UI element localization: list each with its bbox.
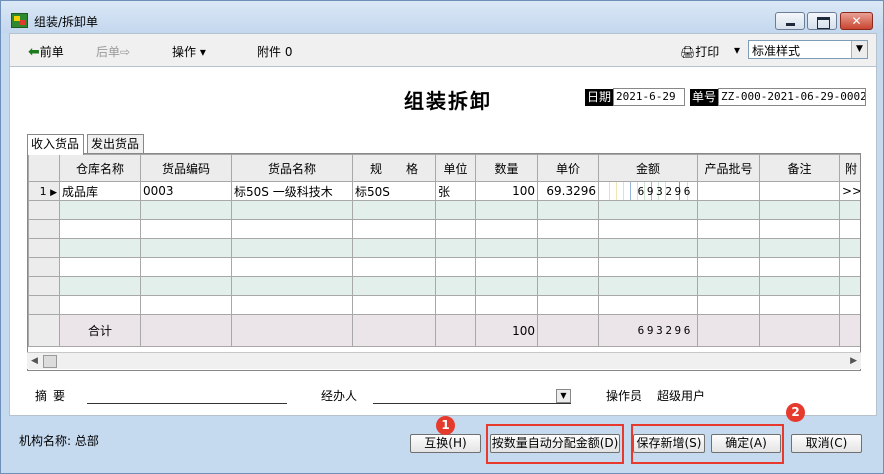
minimize-button[interactable]	[775, 12, 805, 30]
summary-amount: 693296	[598, 314, 698, 347]
print-style-select[interactable]: 标准样式 ▼	[748, 40, 868, 59]
chevron-down-icon: ▼	[851, 41, 867, 58]
cell-qty[interactable]: 100	[475, 181, 538, 201]
doc-title: 组装拆卸	[404, 89, 492, 113]
highlight-box-2	[631, 424, 784, 464]
grid-header: 仓库名称 货品编码 货品名称 规 格 单位 数量 单价 金额 产品批号 备注 附	[28, 154, 860, 182]
summary-row: 合计 100 693296	[28, 314, 860, 347]
cell-warehouse[interactable]: 成品库	[59, 181, 141, 201]
window: 组装/拆卸单 ⬅前单 后单⇨ 操作 ▾ 附件 0 🖨打印 ▾ 标准样式 ▼ 组装…	[0, 0, 884, 474]
col-unit[interactable]: 单位	[435, 154, 476, 182]
operations-menu[interactable]: 操作 ▾	[172, 43, 206, 60]
cell-price[interactable]: 69.3296	[537, 181, 599, 201]
cell-name[interactable]: 标50S 一级科技木	[231, 181, 353, 201]
printer-icon: 🖨	[680, 45, 696, 59]
prev-doc-button[interactable]: ⬅前单	[28, 43, 64, 60]
cell-spec[interactable]: 标50S	[352, 181, 436, 201]
table-row[interactable]	[28, 200, 860, 220]
summary-label: 合计	[59, 314, 141, 347]
toolbar: ⬅前单 后单⇨ 操作 ▾ 附件 0 🖨打印 ▾ 标准样式 ▼	[9, 33, 877, 66]
table-row[interactable]	[28, 276, 860, 296]
maximize-button[interactable]	[807, 12, 837, 30]
document-panel: 组装拆卸 日期 2021-6-29 单号 ZZ-000-2021-06-29-0…	[9, 66, 877, 416]
table-row[interactable]	[28, 219, 860, 239]
print-dropdown[interactable]: ▾	[734, 43, 740, 57]
date-field[interactable]: 2021-6-29	[613, 88, 685, 106]
handler-label: 经办人	[321, 389, 358, 403]
cancel-button[interactable]: 取消(C)	[791, 434, 862, 453]
cell-batch[interactable]	[697, 181, 760, 201]
print-button[interactable]: 🖨打印	[680, 43, 719, 60]
swap-button[interactable]: 互换(H)	[410, 434, 481, 453]
highlight-box-1	[486, 424, 624, 464]
summary-amount-value: 693296	[637, 324, 693, 337]
col-warehouse[interactable]: 仓库名称	[59, 154, 141, 182]
scroll-right-icon[interactable]: ▶	[850, 356, 857, 366]
cell-code[interactable]: 0003	[140, 181, 232, 201]
arrow-right-icon: ⇨	[120, 45, 131, 59]
goods-grid: 仓库名称 货品编码 货品名称 规 格 单位 数量 单价 金额 产品批号 备注 附	[27, 153, 861, 371]
handler-input[interactable]	[373, 403, 571, 404]
date-label: 日期	[585, 89, 614, 106]
cell-unit[interactable]: 张	[435, 181, 476, 201]
app-icon	[11, 13, 28, 28]
tab-outgoing-goods[interactable]: 发出货品	[87, 134, 144, 154]
summary-qty: 100	[475, 314, 538, 347]
col-qty[interactable]: 数量	[475, 154, 538, 182]
col-amount[interactable]: 金额	[598, 154, 698, 182]
col-code[interactable]: 货品编码	[140, 154, 232, 182]
title-bar: 组装/拆卸单	[1, 1, 883, 33]
row-number: 1 ▶	[28, 181, 60, 201]
doc-number-field[interactable]: ZZ-000-2021-06-29-0002	[718, 88, 866, 106]
col-name[interactable]: 货品名称	[231, 154, 353, 182]
current-row-marker-icon: ▶	[50, 187, 57, 198]
window-title: 组装/拆卸单	[34, 15, 99, 29]
col-price[interactable]: 单价	[537, 154, 599, 182]
step-badge-2: 2	[786, 403, 805, 422]
operator-label: 操作员	[606, 389, 643, 403]
table-row[interactable]	[28, 257, 860, 277]
horizontal-scrollbar[interactable]: ◀ ▶	[27, 352, 861, 369]
operator-value: 超级用户	[657, 389, 706, 403]
cell-amount[interactable]: 693296	[598, 181, 698, 201]
cell-attach[interactable]: >>	[839, 181, 860, 201]
close-button[interactable]	[840, 12, 873, 30]
step-badge-1: 1	[436, 416, 455, 435]
col-note[interactable]: 备注	[759, 154, 840, 182]
table-row[interactable]	[28, 295, 860, 315]
amount-value: 693296	[637, 185, 693, 198]
scroll-left-icon[interactable]: ◀	[31, 356, 38, 366]
cell-note[interactable]	[759, 181, 840, 201]
table-row[interactable]	[28, 238, 860, 258]
scroll-thumb[interactable]	[43, 355, 57, 368]
col-spec[interactable]: 规 格	[352, 154, 436, 182]
table-row[interactable]: 1 ▶ 成品库 0003 标50S 一级科技木 标50S 张 100 69.32…	[28, 181, 860, 201]
arrow-left-icon: ⬅	[28, 44, 40, 60]
attachment-button[interactable]: 附件 0	[257, 43, 292, 60]
summary-input[interactable]	[87, 403, 287, 404]
summary-field-label: 摘要	[35, 389, 72, 403]
row-header-corner	[28, 154, 60, 182]
next-doc-button[interactable]: 后单⇨	[96, 43, 130, 60]
col-batch[interactable]: 产品批号	[697, 154, 760, 182]
col-attach[interactable]: 附	[839, 154, 860, 182]
doc-number-label: 单号	[690, 89, 719, 106]
handler-dropdown-icon[interactable]: ▼	[556, 389, 571, 403]
tab-incoming-goods[interactable]: 收入货品	[27, 134, 84, 155]
org-name: 机构名称: 总部	[19, 434, 99, 448]
